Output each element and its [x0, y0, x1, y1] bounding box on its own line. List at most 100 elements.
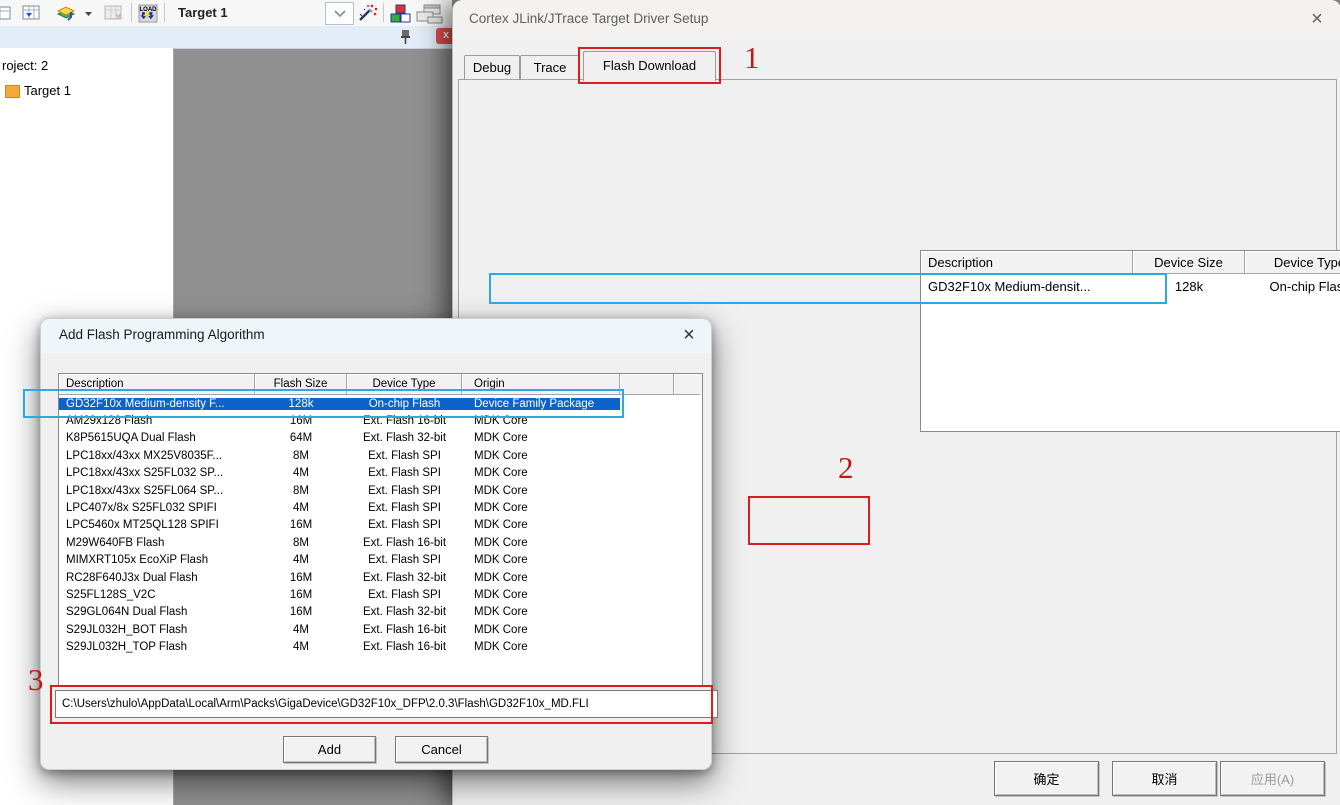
table-cell: Ext. Flash 32-bit — [347, 606, 462, 618]
table-cell: 16M — [255, 572, 347, 584]
tree-item-target[interactable]: Target 1 — [24, 83, 71, 98]
dialog-close-icon[interactable]: × — [1305, 8, 1329, 32]
table-cell: K8P5615UQA Dual Flash — [59, 432, 255, 444]
table-cell: LPC18xx/43xx MX25V8035F... — [59, 450, 255, 462]
table-cell: Ext. Flash 16-bit — [347, 624, 462, 636]
target-select[interactable]: Target 1 — [178, 5, 228, 20]
load-icon[interactable]: LOAD — [138, 4, 158, 23]
col-empty — [674, 374, 700, 395]
col-device-size[interactable]: Device Size — [1133, 251, 1245, 274]
table-cell: S25FL128S_V2C — [59, 589, 255, 601]
table-row[interactable]: S29JL032H_TOP Flash4MExt. Flash 16-bitMD… — [59, 638, 702, 655]
table-cell: Ext. Flash 32-bit — [347, 572, 462, 584]
table-cell: MDK Core — [462, 554, 620, 566]
tree-item-project[interactable]: roject: 2 — [2, 58, 48, 73]
table-cell: Ext. Flash SPI — [347, 589, 462, 601]
table-cell: MDK Core — [462, 641, 620, 653]
table-cell: LPC5460x MT25QL128 SPIFI — [59, 519, 255, 531]
table-cell: MDK Core — [462, 502, 620, 514]
table-row[interactable]: LPC18xx/43xx MX25V8035F...8MExt. Flash S… — [59, 447, 702, 464]
batch-build-icon[interactable] — [22, 4, 42, 22]
table-cell: MDK Core — [462, 572, 620, 584]
apply-button: 应用(A) — [1220, 761, 1325, 796]
table-row[interactable]: LPC18xx/43xx S25FL032 SP...4MExt. Flash … — [59, 465, 702, 482]
table-cell: MDK Core — [462, 589, 620, 601]
table-cell: 16M — [255, 606, 347, 618]
add-confirm-button[interactable]: Add — [283, 736, 376, 763]
toolbar: LOAD Target 1 — [0, 0, 452, 27]
build-layers-icon[interactable] — [55, 4, 81, 22]
tab-debug[interactable]: Debug — [464, 55, 520, 80]
table-row[interactable]: MIMXRT105x EcoXiP Flash4MExt. Flash SPIM… — [59, 552, 702, 569]
table-cell: S29GL064N Dual Flash — [59, 606, 255, 618]
add-cancel-button[interactable]: Cancel — [395, 736, 488, 763]
table-cell: 4M — [255, 502, 347, 514]
table-row[interactable]: S25FL128S_V2C16MExt. Flash SPIMDK Core — [59, 586, 702, 603]
table-cell: MDK Core — [462, 624, 620, 636]
target-dropdown-button[interactable] — [325, 2, 354, 25]
table-cell: LPC407x/8x S25FL032 SPIFI — [59, 502, 255, 514]
pin-icon[interactable] — [399, 29, 412, 45]
table-cell: Ext. Flash SPI — [347, 450, 462, 462]
annotation-box-selected-algorithm — [489, 273, 1167, 304]
table-row[interactable]: S29JL032H_BOT Flash4MExt. Flash 16-bitMD… — [59, 621, 702, 638]
annotation-box-add-button — [748, 496, 870, 545]
wand-icon[interactable] — [356, 4, 378, 24]
table-cell: MIMXRT105x EcoXiP Flash — [59, 554, 255, 566]
table-cell: MDK Core — [462, 537, 620, 549]
project-panel-caption: x — [0, 26, 452, 49]
table-cell: Ext. Flash 16-bit — [347, 537, 462, 549]
dialog-close-icon[interactable]: × — [677, 324, 701, 348]
annotation-number-3: 3 — [28, 662, 44, 698]
table-cell: MDK Core — [462, 519, 620, 531]
table-row[interactable]: K8P5615UQA Dual Flash64MExt. Flash 32-bi… — [59, 430, 702, 447]
col-empty — [620, 374, 674, 395]
table-cell: 4M — [255, 554, 347, 566]
dialog-titlebar: Cortex JLink/JTrace Target Driver Setup … — [453, 0, 1340, 40]
table-row[interactable]: RC28F640J3x Dual Flash16MExt. Flash 32-b… — [59, 569, 702, 586]
table-cell: 8M — [255, 450, 347, 462]
target-folder-icon — [5, 85, 20, 98]
chevron-down-icon — [334, 10, 346, 18]
cancel-button[interactable]: 取消 — [1112, 761, 1217, 796]
ok-button[interactable]: 确定 — [994, 761, 1099, 796]
toolbar-separator — [383, 3, 384, 22]
build-dropdown-caret-icon[interactable] — [84, 4, 93, 22]
toolbar-separator — [131, 3, 132, 22]
table-row[interactable]: M29W640FB Flash8MExt. Flash 16-bitMDK Co… — [59, 534, 702, 551]
table-cell: RC28F640J3x Dual Flash — [59, 572, 255, 584]
table-cell: Ext. Flash 32-bit — [347, 432, 462, 444]
table-row[interactable]: S29GL064N Dual Flash16MExt. Flash 32-bit… — [59, 604, 702, 621]
table-cell: MDK Core — [462, 467, 620, 479]
table-cell: LPC18xx/43xx S25FL032 SP... — [59, 467, 255, 479]
table-cell: Ext. Flash SPI — [347, 467, 462, 479]
table-cell: On-chip Flash — [1245, 279, 1340, 294]
table-cell: S29JL032H_TOP Flash — [59, 641, 255, 653]
annotation-number-1: 1 — [744, 40, 760, 76]
table-row[interactable]: LPC18xx/43xx S25FL064 SP...8MExt. Flash … — [59, 482, 702, 499]
grid-clipped-icon[interactable] — [0, 4, 12, 22]
dialog-title: Cortex JLink/JTrace Target Driver Setup — [469, 11, 708, 26]
annotation-box-path — [50, 685, 713, 724]
table-cell: 4M — [255, 624, 347, 636]
table-cell: MDK Core — [462, 485, 620, 497]
table-cell: Ext. Flash SPI — [347, 554, 462, 566]
table-header: Description Device Size Device Type Addr… — [921, 251, 1340, 274]
windows-stack-icon[interactable] — [416, 4, 446, 24]
table-cell: Ext. Flash SPI — [347, 502, 462, 514]
table-row[interactable]: LPC5460x MT25QL128 SPIFI16MExt. Flash SP… — [59, 517, 702, 534]
table-cell: LPC18xx/43xx S25FL064 SP... — [59, 485, 255, 497]
screen: LOAD Target 1 x roject: 2 Target 1 Corte… — [0, 0, 1340, 805]
table-cell: 8M — [255, 485, 347, 497]
blocks-icon[interactable] — [390, 4, 412, 24]
col-description[interactable]: Description — [921, 251, 1133, 274]
col-device-type[interactable]: Device Type — [1245, 251, 1340, 274]
table-row[interactable]: LPC407x/8x S25FL032 SPIFI4MExt. Flash SP… — [59, 499, 702, 516]
table-cell: 16M — [255, 589, 347, 601]
table-cell: Ext. Flash 16-bit — [347, 641, 462, 653]
table-cell: 16M — [255, 519, 347, 531]
dialog-title: Add Flash Programming Algorithm — [59, 327, 265, 342]
table-cell: MDK Core — [462, 432, 620, 444]
annotation-box-selected-row — [23, 389, 624, 418]
tab-trace[interactable]: Trace — [520, 55, 580, 80]
